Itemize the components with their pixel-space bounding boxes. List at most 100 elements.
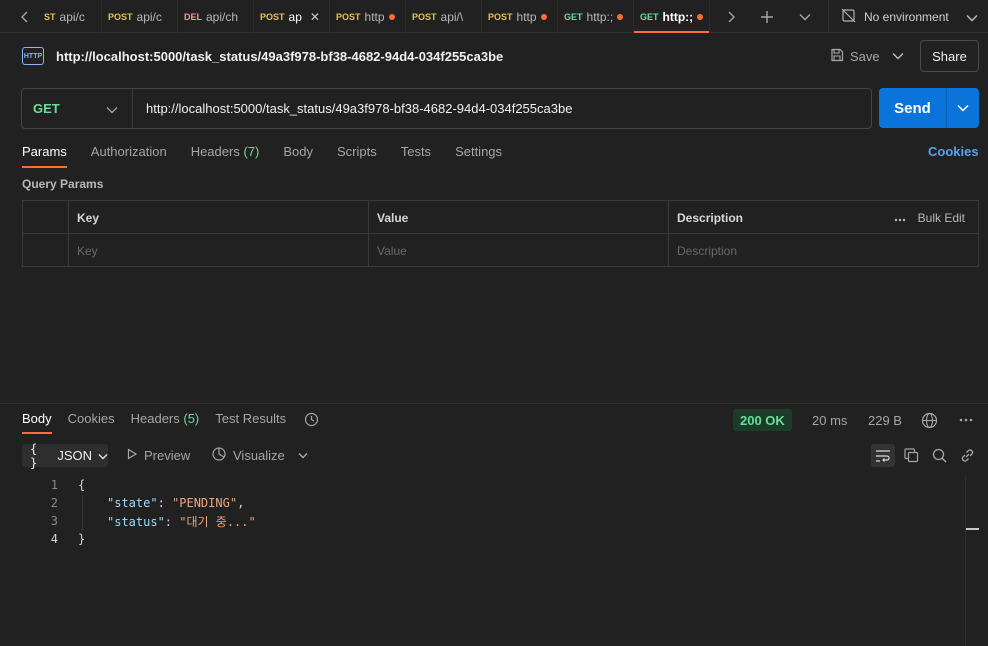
request-tab[interactable]: POST http bbox=[482, 0, 558, 33]
url-bar: GET bbox=[21, 88, 872, 129]
response-divider[interactable] bbox=[0, 403, 988, 404]
editor-scrollbar[interactable] bbox=[965, 476, 966, 646]
tab-title: api/c bbox=[59, 9, 85, 24]
line-number: 3 bbox=[50, 514, 58, 528]
response-tab-body[interactable]: Body bbox=[22, 408, 52, 434]
format-chevron-down-icon bbox=[98, 448, 108, 463]
code-text: { bbox=[78, 478, 86, 492]
new-tab-plus-icon[interactable] bbox=[756, 0, 778, 33]
tab-params[interactable]: Params bbox=[22, 140, 67, 168]
status-badge[interactable]: 200 OK bbox=[733, 409, 792, 431]
tab-title: ap bbox=[288, 9, 302, 24]
request-tab[interactable]: POST api/c bbox=[102, 0, 178, 33]
link-icon[interactable] bbox=[955, 444, 979, 467]
code-line: 4 } bbox=[0, 530, 960, 548]
key-input[interactable]: Key bbox=[69, 234, 369, 267]
url-input[interactable] bbox=[133, 89, 871, 128]
request-tab[interactable]: POST api/\ bbox=[406, 0, 482, 33]
code-text: "status": "대기 중..." bbox=[107, 514, 256, 529]
request-name[interactable]: http://localhost:5000/task_status/49a3f9… bbox=[56, 49, 503, 64]
tab-list-chevron-down-icon[interactable] bbox=[794, 0, 816, 33]
copy-icon[interactable] bbox=[899, 444, 923, 467]
line-number: 4 bbox=[50, 532, 58, 546]
play-icon bbox=[126, 448, 138, 463]
format-label: JSON bbox=[57, 448, 92, 463]
tab-method: DEL bbox=[184, 11, 202, 22]
no-environment-icon bbox=[841, 8, 856, 26]
visualize-button[interactable]: Visualize bbox=[211, 444, 285, 467]
query-params-heading: Query Params bbox=[22, 177, 104, 191]
wrap-lines-icon[interactable] bbox=[871, 444, 895, 467]
request-tab[interactable]: DEL api/ch bbox=[178, 0, 254, 33]
environment-selector[interactable]: No environment bbox=[828, 0, 988, 33]
request-section-tabs: Params Authorization Headers (7) Body Sc… bbox=[22, 140, 526, 168]
response-more-options-icon[interactable] bbox=[959, 409, 973, 431]
line-number: 1 bbox=[50, 478, 58, 492]
unsaved-dot-icon bbox=[617, 13, 624, 20]
tab-body[interactable]: Body bbox=[283, 140, 313, 168]
unsaved-dot-icon bbox=[388, 13, 395, 20]
tab-settings[interactable]: Settings bbox=[455, 140, 502, 168]
tab-title: api/c bbox=[136, 9, 162, 24]
close-tab-icon[interactable]: ✕ bbox=[310, 10, 320, 24]
preview-label: Preview bbox=[144, 448, 191, 463]
request-tab-bar: ST api/c POST api/c DEL api/ch POST ap ✕… bbox=[0, 0, 988, 33]
send-button[interactable]: Send bbox=[879, 88, 979, 128]
history-icon[interactable] bbox=[304, 412, 319, 430]
cookies-link[interactable]: Cookies bbox=[928, 140, 979, 164]
visualize-icon bbox=[211, 446, 227, 465]
scroll-tabs-left-icon[interactable] bbox=[14, 0, 36, 33]
network-globe-icon[interactable] bbox=[921, 409, 938, 431]
search-icon[interactable] bbox=[927, 444, 951, 467]
preview-button[interactable]: Preview bbox=[126, 444, 190, 467]
json-key: "state" bbox=[107, 496, 158, 510]
send-options-chevron-down-icon[interactable] bbox=[947, 104, 979, 112]
response-format-select[interactable]: { } JSON bbox=[22, 442, 108, 470]
method-chevron-down-icon bbox=[106, 102, 118, 117]
column-header-value: Value bbox=[369, 201, 669, 234]
tab-scripts[interactable]: Scripts bbox=[337, 140, 377, 168]
response-body-editor[interactable]: 1 { 2 "state": "PENDING", 3 "status": "대… bbox=[0, 476, 988, 646]
code-text: "state": "PENDING", bbox=[107, 496, 245, 510]
environment-chevron-down-icon bbox=[966, 11, 978, 25]
response-size[interactable]: 229 B bbox=[868, 409, 902, 431]
code-line: 1 { bbox=[0, 476, 960, 494]
unsaved-dot-icon bbox=[697, 13, 703, 20]
tab-method: POST bbox=[488, 11, 513, 22]
row-checkbox[interactable] bbox=[23, 234, 69, 267]
response-headers-count: (5) bbox=[183, 411, 200, 426]
save-button[interactable]: Save bbox=[830, 42, 880, 70]
request-tab[interactable]: ST api/c bbox=[38, 0, 102, 33]
tab-method: POST bbox=[412, 11, 437, 22]
response-tabs: Body Cookies Headers (5) Test Results bbox=[22, 408, 319, 434]
request-tab-active[interactable]: GET http:; bbox=[634, 0, 710, 33]
visualize-options-chevron-down-icon[interactable] bbox=[298, 444, 308, 467]
tab-headers[interactable]: Headers (7) bbox=[191, 140, 260, 168]
http-request-icon: HTTP bbox=[22, 47, 44, 65]
bulk-edit-button[interactable]: Bulk Edit bbox=[918, 211, 965, 225]
code-line: 3 "status": "대기 중..." bbox=[0, 512, 960, 530]
description-input[interactable]: Description bbox=[669, 234, 978, 267]
method-select[interactable]: GET bbox=[22, 89, 133, 128]
tab-tests[interactable]: Tests bbox=[401, 140, 431, 168]
save-options-chevron-down-icon[interactable] bbox=[892, 42, 904, 70]
json-value: "대기 중..." bbox=[179, 514, 256, 529]
response-time[interactable]: 20 ms bbox=[812, 409, 847, 431]
request-tab[interactable]: POST http bbox=[330, 0, 406, 33]
value-input[interactable]: Value bbox=[369, 234, 669, 267]
share-button[interactable]: Share bbox=[920, 40, 979, 72]
response-tab-cookies[interactable]: Cookies bbox=[68, 408, 115, 434]
save-icon bbox=[830, 48, 844, 65]
response-tab-test-results[interactable]: Test Results bbox=[215, 408, 286, 434]
response-tab-headers[interactable]: Headers (5) bbox=[131, 408, 200, 434]
tab-authorization[interactable]: Authorization bbox=[91, 140, 167, 168]
more-options-icon[interactable] bbox=[894, 211, 906, 225]
tab-method: GET bbox=[564, 11, 583, 22]
query-params-table: Key Value Description Bulk Edit Key Valu… bbox=[22, 200, 979, 267]
table-header-row: Key Value Description Bulk Edit bbox=[23, 201, 978, 234]
tab-method: POST bbox=[336, 11, 361, 22]
request-tab[interactable]: POST ap ✕ bbox=[254, 0, 330, 33]
request-tab[interactable]: GET http:; bbox=[558, 0, 634, 33]
tab-title: http:; bbox=[586, 9, 614, 24]
scroll-tabs-right-icon[interactable] bbox=[720, 0, 742, 33]
